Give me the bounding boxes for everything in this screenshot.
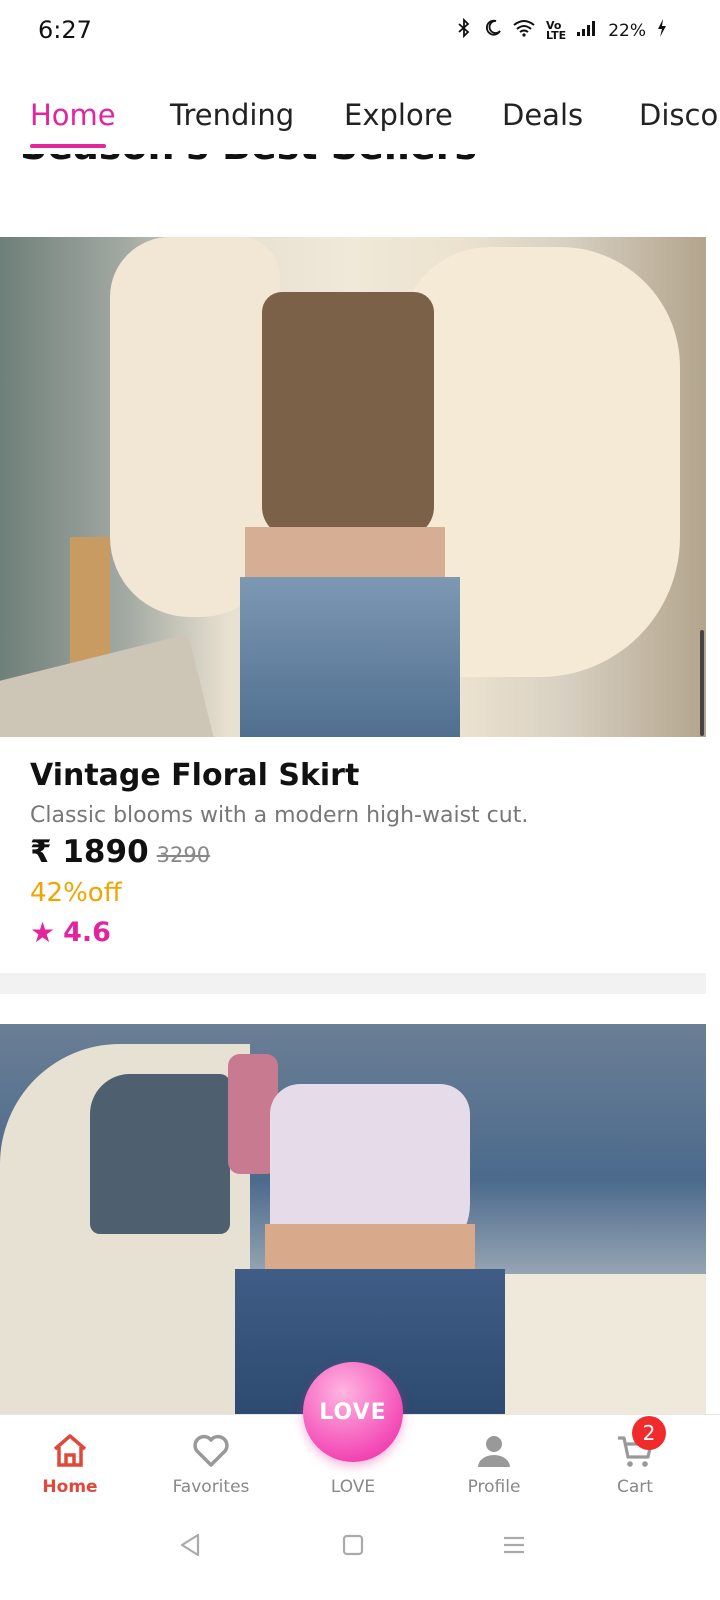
image-car-body	[480, 1274, 706, 1414]
nav-cart-label: Cart	[617, 1477, 653, 1497]
product-image[interactable]	[0, 237, 706, 737]
love-button[interactable]: LOVE	[303, 1362, 403, 1462]
image-top	[262, 292, 434, 537]
nav-favorites-label: Favorites	[172, 1477, 250, 1497]
status-time: 6:27	[38, 16, 92, 44]
product-card-info[interactable]: Vintage Floral Skirt Classic blooms with…	[30, 758, 690, 949]
menu-icon[interactable]	[502, 1532, 526, 1563]
nav-love-label: LOVE	[330, 1477, 376, 1497]
volte-icon: Vo LTE	[545, 18, 567, 42]
original-price: 3290	[156, 843, 211, 867]
love-button-label: LOVE	[319, 1399, 387, 1425]
back-icon[interactable]	[178, 1532, 202, 1563]
battery-icon	[656, 18, 668, 43]
cart-badge: 2	[632, 1416, 666, 1450]
nav-profile[interactable]: Profile	[434, 1425, 554, 1497]
user-icon	[434, 1425, 554, 1477]
nav-home-label: Home	[42, 1477, 98, 1497]
heart-icon	[151, 1425, 271, 1477]
tab-deals[interactable]: Deals	[502, 98, 583, 132]
product-name: Vintage Floral Skirt	[30, 758, 360, 793]
home-icon	[10, 1425, 130, 1477]
tab-explore[interactable]: Explore	[344, 98, 453, 132]
product-price: ₹ 1890	[30, 834, 149, 870]
star-icon: ★	[30, 916, 56, 949]
rating-value: 4.6	[63, 917, 111, 948]
tab-home[interactable]: Home	[30, 98, 116, 132]
rating: ★ 4.6	[30, 916, 690, 949]
scrollbar[interactable]	[700, 630, 704, 736]
battery-percent: 22%	[608, 20, 646, 41]
product-image-2[interactable]	[0, 1024, 706, 1414]
card-separator	[0, 973, 706, 994]
image-bag	[0, 633, 266, 737]
do-not-disturb-icon	[484, 19, 502, 42]
image-jeans	[240, 577, 460, 737]
nav-home[interactable]: Home	[10, 1425, 130, 1497]
tab-trending[interactable]: Trending	[170, 98, 294, 132]
status-bar: 6:27 Vo LTE 22%	[0, 0, 720, 62]
active-tab-indicator	[30, 144, 106, 148]
price-row: ₹ 1890 3290	[30, 834, 690, 870]
nav-profile-label: Profile	[467, 1477, 521, 1497]
system-navigation-bar	[0, 1514, 720, 1600]
discount-label: 42%off	[30, 878, 122, 908]
product-description: Classic blooms with a modern high-waist …	[30, 803, 529, 828]
home-system-icon[interactable]	[342, 1532, 364, 1563]
signal-icon	[576, 19, 598, 42]
category-tabs: Home Trending Explore Deals Disco	[0, 62, 720, 154]
wifi-icon	[512, 19, 536, 42]
status-icons: Vo LTE 22%	[454, 17, 668, 43]
bluetooth-icon	[454, 17, 474, 43]
nav-favorites[interactable]: Favorites	[151, 1425, 271, 1497]
image-car-window	[90, 1074, 230, 1234]
tab-discover[interactable]: Disco	[639, 98, 718, 132]
